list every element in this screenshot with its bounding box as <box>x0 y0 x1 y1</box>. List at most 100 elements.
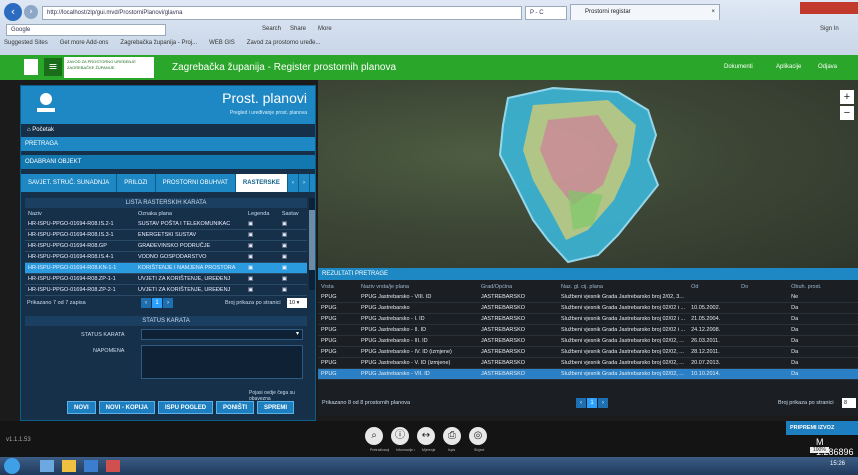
legend-icon[interactable]: ▣ <box>245 219 279 230</box>
tab-next-icon[interactable]: › <box>298 174 310 192</box>
col-oznaka[interactable]: Oznaka plana <box>135 209 245 219</box>
legend-icon[interactable]: ▣ <box>245 273 279 285</box>
results-pager-page[interactable]: 1 <box>587 398 597 408</box>
window-controls[interactable] <box>800 2 858 14</box>
info-icon[interactable]: ⓘ <box>391 427 409 445</box>
composition-icon[interactable]: ▣ <box>278 229 307 241</box>
toolbar-search[interactable]: Search <box>262 26 281 32</box>
toolbar-more[interactable]: More <box>318 26 332 32</box>
new-copy-button[interactable]: NOVI - KOPIJA <box>98 401 156 414</box>
ie-icon[interactable] <box>84 460 98 472</box>
res-col-od[interactable]: Od <box>688 282 738 292</box>
results-pager-prev[interactable]: ‹ <box>576 398 586 408</box>
print-icon[interactable]: ⎙ <box>443 427 461 445</box>
legend-icon[interactable]: ▣ <box>245 240 279 252</box>
composition-icon[interactable]: ▣ <box>278 251 307 263</box>
table-row[interactable]: HR-ISPU-PPGO-01694-R08.KN-1-1 KORIŠTENJE … <box>25 262 307 274</box>
pager-prev[interactable]: ‹ <box>141 298 151 308</box>
tab-prilozi[interactable]: PRILOZI <box>117 174 156 192</box>
zoom-level[interactable]: 100% <box>810 447 829 453</box>
res-col-obuhvat[interactable]: Obuh. prost. <box>788 282 858 292</box>
menu-icon[interactable]: ≡ <box>44 58 62 76</box>
search-section[interactable]: PRETRAGA <box>21 137 315 151</box>
home-link[interactable]: ⌂ Početak <box>21 124 315 136</box>
results-pager-next[interactable]: › <box>598 398 608 408</box>
address-bar[interactable]: http://localhost/zlp/gui.mvd/ProstorniPl… <box>42 6 522 20</box>
table-row[interactable]: HR-ISPU-PPGO-01694-R08.IS.2-1 SUSTAV POŠT… <box>25 219 307 230</box>
search-hint[interactable]: P - C <box>525 6 567 20</box>
nav-logout[interactable]: Odjava <box>818 64 837 70</box>
search-icon[interactable]: ⌕ <box>365 427 383 445</box>
res-col-naziv[interactable]: Naziv vrsta/je plana <box>358 282 478 292</box>
map-view[interactable]: + − <box>318 80 858 268</box>
tab-prev-icon[interactable]: ‹ <box>287 174 299 192</box>
per-page-select[interactable]: 10 ▾ <box>287 298 307 308</box>
table-row[interactable]: PPUG PPUG Jastrebarsko - V. ID (izmjene) J… <box>318 357 858 369</box>
bookmark-item[interactable]: Zavod za prostorno uređe... <box>247 40 321 52</box>
table-row[interactable]: HR-ISPU-PPGO-01694-R08.GP GRAĐEVINSKO POD… <box>25 240 307 252</box>
composition-icon[interactable]: ▣ <box>278 262 307 274</box>
col-sastav[interactable]: Sastav <box>279 209 307 219</box>
legend-icon[interactable]: ▣ <box>245 251 279 263</box>
raster-scrollbar[interactable] <box>309 198 315 290</box>
nav-applications[interactable]: Aplikacije <box>776 64 801 70</box>
close-tab-icon[interactable]: × <box>711 5 715 20</box>
table-row[interactable]: PPUG PPUG Jastrebarsko - II. ID JASTREBARS… <box>318 324 858 336</box>
back-icon[interactable]: ‹ <box>4 3 22 21</box>
folder-icon[interactable] <box>40 460 54 472</box>
bookmark-item[interactable]: Zagrebačka županija - Proj... <box>120 40 197 52</box>
table-row[interactable]: HR-ISPU-PPGO-01694-R08.ZP-1-1 UVJETI ZA K… <box>25 273 307 285</box>
bookmark-item[interactable]: Suggested Sites <box>4 40 48 52</box>
composition-icon[interactable]: ▣ <box>278 240 307 252</box>
cancel-button[interactable]: PONIŠTI <box>216 401 255 414</box>
composition-icon[interactable]: ▣ <box>278 284 307 296</box>
table-row[interactable]: PPUG PPUG Jastrebarsko - III. ID JASTREBAR… <box>318 335 858 347</box>
toolbar-share[interactable]: Share <box>290 26 306 32</box>
map-canvas[interactable] <box>318 80 858 268</box>
pager-next[interactable]: › <box>163 298 173 308</box>
table-row[interactable]: PPUG PPUG Jastrebarsko - VII. ID JASTREBAR… <box>318 368 858 380</box>
legend-icon[interactable]: ▣ <box>245 284 279 296</box>
forward-icon[interactable]: › <box>24 5 38 19</box>
table-row[interactable]: PPUG PPUG Jastrebarsko - IV. ID (izmjene)… <box>318 346 858 358</box>
res-col-glasilo[interactable]: Naz. gl. cij. plana <box>558 282 688 292</box>
legend-icon[interactable]: ▣ <box>245 262 279 274</box>
table-row[interactable]: HR-ISPU-PPGO-01694-R08.IS.4-1 VODNO GOSPO… <box>25 251 307 263</box>
zoom-out-button[interactable]: − <box>840 106 854 120</box>
res-col-grad[interactable]: Grad/Općina <box>478 282 558 292</box>
search-box[interactable]: Google <box>6 24 166 36</box>
table-row[interactable]: HR-ISPU-PPGO-01694-R08.ZP-2-1 UVJETI ZA K… <box>25 284 307 296</box>
table-row[interactable]: PPUG PPUG Jastrebarsko JASTREBARSKO Služben… <box>318 302 858 314</box>
table-row[interactable]: HR-ISPU-PPGO-01694-R08.IS.3-1 ENERGETSKI … <box>25 229 307 241</box>
bookmark-item[interactable]: WEB GIS <box>209 40 235 52</box>
legend-icon[interactable]: ▣ <box>245 229 279 241</box>
status-select[interactable]: ▾ <box>141 329 303 340</box>
tab-rasterske[interactable]: RASTERSKE <box>235 174 288 192</box>
bookmark-item[interactable]: Get more Add-ons <box>60 40 109 52</box>
prepare-export-button[interactable]: PRIPREMI IZVOZ <box>786 421 858 435</box>
results-per-page-select[interactable]: 8 <box>842 398 856 408</box>
table-row[interactable]: PPUG PPUG Jastrebarsko - VIII. ID JASTREBA… <box>318 292 858 303</box>
composition-icon[interactable]: ▣ <box>278 273 307 285</box>
measure-icon[interactable]: ↔ <box>417 427 435 445</box>
col-naziv[interactable]: Naziv <box>25 209 135 219</box>
save-button[interactable]: SPREMI <box>257 401 295 414</box>
col-legenda[interactable]: Legenda <box>245 209 279 219</box>
pager-page[interactable]: 1 <box>152 298 162 308</box>
note-textarea[interactable] <box>141 345 303 379</box>
tab-savjet[interactable]: SAVJET. STRUČ. SUNADNJA <box>21 174 118 192</box>
zoom-in-button[interactable]: + <box>840 90 854 104</box>
res-col-do[interactable]: Do <box>738 282 788 292</box>
ispu-view-button[interactable]: ISPU POGLED <box>158 401 214 414</box>
composition-icon[interactable]: ▣ <box>278 219 307 230</box>
explorer-icon[interactable] <box>62 460 76 472</box>
browser-tab[interactable]: Prostorni registar × <box>570 4 720 20</box>
signin-link[interactable]: Sign In <box>820 26 839 32</box>
res-col-vrsta[interactable]: Vrsta <box>318 282 358 292</box>
nav-documents[interactable]: Dokumenti <box>724 64 753 70</box>
new-button[interactable]: NOVI <box>67 401 96 414</box>
table-row[interactable]: PPUG PPUG Jastrebarsko - I. ID JASTREBARSK… <box>318 313 858 325</box>
start-icon[interactable] <box>4 458 20 474</box>
selected-object-section[interactable]: ODABRANI OBJEKT <box>21 155 315 169</box>
app-icon[interactable] <box>106 460 120 472</box>
